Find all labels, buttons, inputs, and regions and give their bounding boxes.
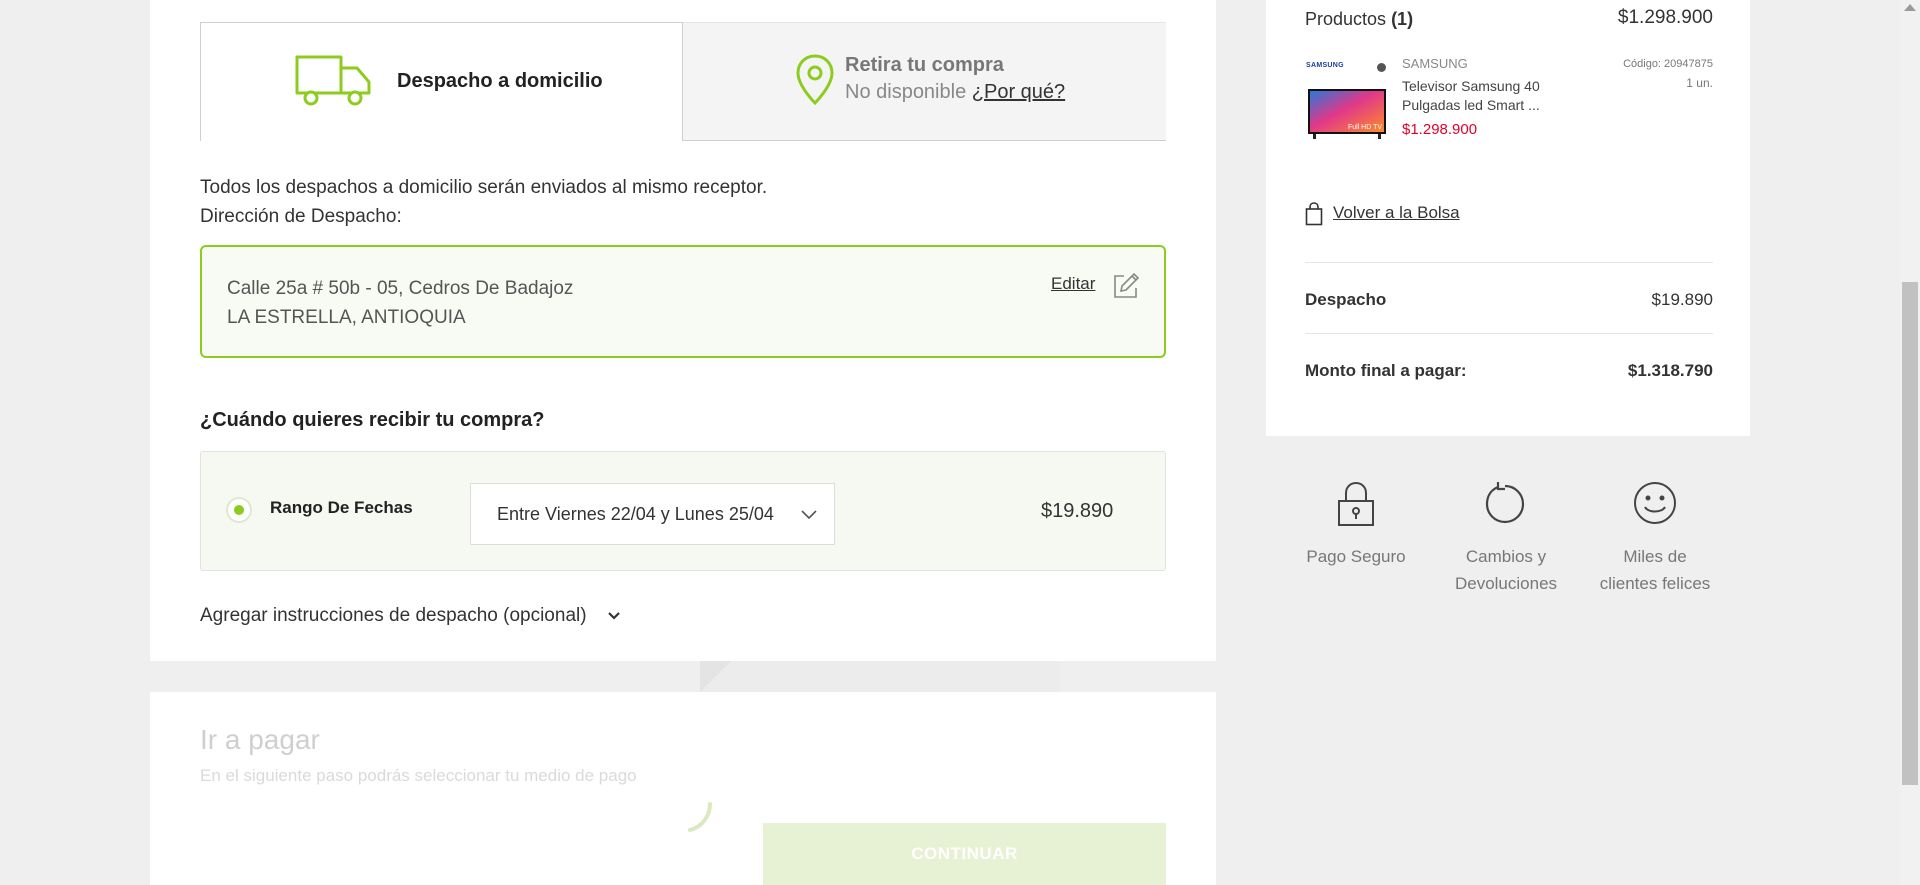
shopping-bag-icon [1305,202,1323,226]
products-total: $1.298.900 [1617,7,1713,28]
happy-customers-line2: clientes felices [1599,574,1711,593]
tab-pickup-status: No disponible ¿Por qué? [845,81,1065,104]
address-line-1: Calle 25a # 50b - 05, Cedros De Badajoz [227,278,574,299]
loading-spinner-icon [688,802,712,832]
product-tv-image: Full HD TV [1308,89,1386,139]
shipping-label: Despacho [1305,290,1387,309]
edit-icon[interactable] [1112,272,1140,300]
returns-label-line2: Devoluciones [1454,574,1558,593]
chevron-down-icon[interactable] [607,611,621,621]
same-receiver-note: Todos los despachos a domicilio serán en… [200,177,768,198]
tab-home-delivery-label: Despacho a domicilio [397,70,603,92]
product-price: $1.298.900 [1402,121,1478,138]
smiley-icon [1634,482,1676,524]
date-range-price: $19.890 [1041,500,1114,522]
back-to-bag-link[interactable]: Volver a la Bolsa [1333,203,1460,223]
refresh-icon [1485,482,1525,524]
date-range-value: Entre Viernes 22/04 y Lunes 25/04 [497,504,774,524]
date-range-label: Rango De Fechas [270,498,413,517]
product-quantity: 1 un. [1686,76,1713,90]
payment-title: Ir a pagar [200,724,320,755]
product-brand: SAMSUNG [1402,56,1468,71]
delivery-time-title: ¿Cuándo quieres recibir tu compra? [200,409,545,431]
address-box [200,245,1166,358]
product-name: Televisor Samsung 40 Pulgadas led Smart … [1402,78,1540,113]
returns-label-line1: Cambios y [1465,547,1547,566]
final-amount-label: Monto final a pagar: [1305,361,1467,380]
location-pin-icon [796,54,834,106]
pickup-unavailable-text: No disponible [845,81,967,103]
products-count: (1) [1391,9,1414,29]
happy-customers-label: Miles de clientes felices [1580,543,1730,597]
product-code: Código: 20947875 [1623,58,1713,70]
continue-button[interactable]: CONTINUAR [763,823,1166,885]
edit-address-link[interactable]: Editar [1051,274,1095,294]
payment-subtitle: En el siguiente paso podrás seleccionar … [200,766,637,785]
tab-pickup-title: Retira tu compra [845,54,1004,76]
happy-customers-line1: Miles de [1623,547,1687,566]
secure-payment-label: Pago Seguro [1306,547,1406,566]
divider [1305,262,1713,263]
final-amount-value: $1.318.790 [1627,361,1713,380]
chevron-down-icon [801,510,817,520]
date-range-radio[interactable] [226,497,252,523]
lock-icon [1338,481,1374,526]
address-line-2: LA ESTRELLA, ANTIOQUIA [227,307,466,328]
address-label: Dirección de Despacho: [200,206,402,227]
divider [1305,333,1713,334]
pickup-why-link[interactable]: ¿Por qué? [972,81,1065,103]
shipping-value: $19.890 [1651,290,1713,309]
scroll-up-arrow-icon[interactable] [1904,4,1916,11]
scrollbar-thumb[interactable] [1902,282,1918,785]
truck-icon [295,55,371,106]
returns-label: Cambios y Devoluciones [1431,543,1581,597]
products-label-text: Productos [1305,9,1387,29]
tv-screen-text: Full HD TV [1348,124,1382,131]
add-instructions-toggle[interactable]: Agregar instrucciones de despacho (opcio… [200,605,587,627]
add-instructions-label: Agregar instrucciones de despacho (opcio… [200,605,587,626]
brand-dot-icon [1377,63,1386,72]
date-range-select[interactable]: Entre Viernes 22/04 y Lunes 25/04 [470,483,835,545]
samsung-logo: SAMSUNG [1306,62,1344,69]
products-label: Productos (1) [1305,9,1413,30]
decorative-divider [700,661,1060,692]
